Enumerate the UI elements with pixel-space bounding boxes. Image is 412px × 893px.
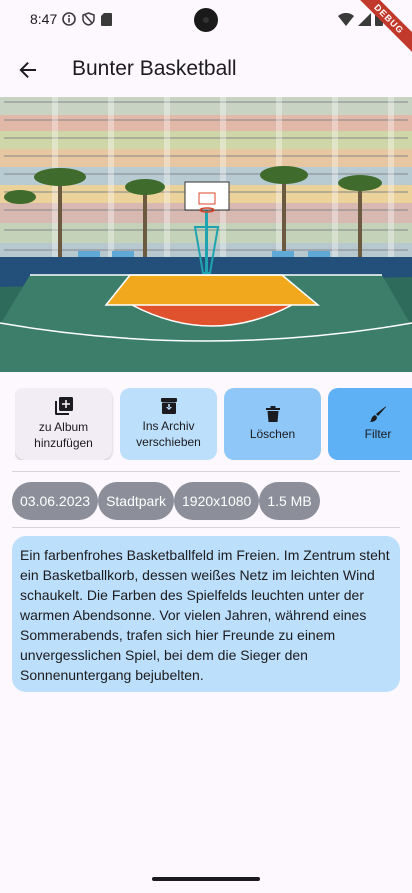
brush-icon: [370, 406, 386, 422]
metadata-chips: 03.06.2023 Stadtpark 1920x1080 1.5 MB: [12, 482, 320, 520]
divider-bottom: [12, 527, 400, 528]
app-bar: Bunter Basketball: [0, 44, 412, 94]
camera-cutout: [194, 8, 218, 32]
add-to-album-label: zu Album hinzufügen: [34, 420, 93, 450]
status-icons-left: [62, 12, 112, 26]
status-bar: 8:47 DEBUG: [0, 0, 412, 56]
sd-card-icon: [101, 12, 112, 26]
trash-icon: [265, 406, 280, 422]
arrow-back-icon: [19, 62, 36, 78]
home-indicator[interactable]: [152, 877, 260, 881]
delete-label: Löschen: [249, 427, 296, 441]
divider-top: [12, 471, 400, 472]
info-icon: [62, 12, 76, 26]
add-to-album-button[interactable]: zu Album hinzufügen: [15, 388, 112, 460]
filter-label: Filter: [364, 427, 392, 441]
shield-icon: [82, 12, 95, 26]
delete-button[interactable]: Löschen: [224, 388, 321, 460]
page-title: Bunter Basketball: [72, 57, 237, 80]
back-button[interactable]: [14, 56, 42, 84]
hero-photo: [0, 97, 412, 372]
add-to-album-icon: [54, 397, 73, 415]
action-bar: zu Album hinzufügen Ins Archiv verschieb…: [15, 388, 412, 460]
file-size-chip: 1.5 MB: [259, 482, 320, 520]
description-card: Ein farbenfrohes Basketballfeld im Freie…: [12, 536, 400, 692]
location-chip: Stadtpark: [98, 482, 175, 520]
archive-icon: [160, 398, 177, 414]
resolution-chip: 1920x1080: [174, 482, 260, 520]
status-time: 8:47: [30, 11, 58, 27]
archive-button[interactable]: Ins Archiv verschieben: [120, 388, 217, 460]
description-text: Ein farbenfrohes Basketballfeld im Freie…: [20, 547, 390, 683]
date-chip: 03.06.2023: [12, 482, 99, 520]
archive-label: Ins Archiv verschieben: [136, 419, 201, 449]
filter-button[interactable]: Filter: [328, 388, 412, 460]
